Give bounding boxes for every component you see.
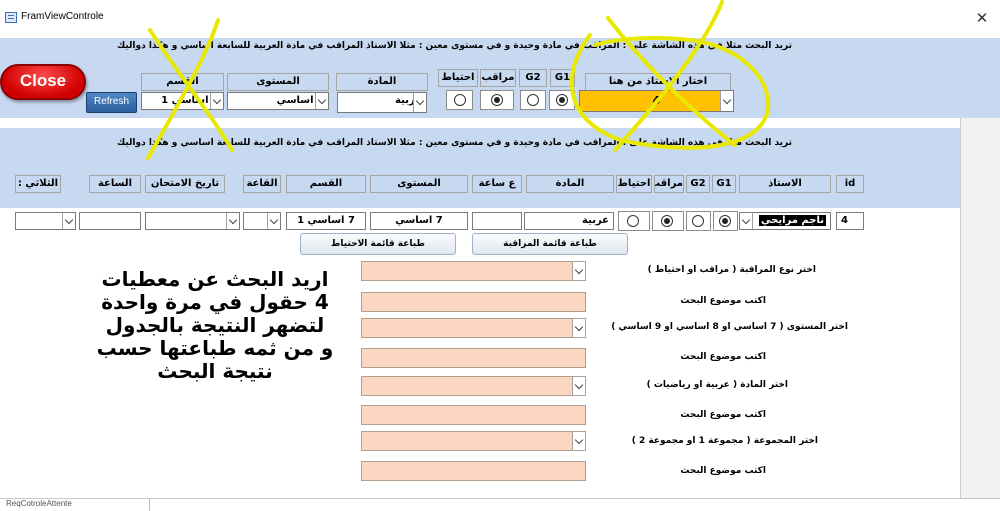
- chevron-down-icon[interactable]: [572, 262, 585, 280]
- object-tab[interactable]: ReqCotroleAttente: [0, 499, 150, 511]
- refresh-button[interactable]: Refresh: [86, 92, 137, 113]
- title-bar: [0, 0, 1000, 38]
- filter-subject-search-label: اكتب موضوع البحث: [680, 410, 766, 420]
- row-hour-field[interactable]: [79, 212, 141, 230]
- col-id: id: [836, 175, 864, 193]
- col-g1: G1: [712, 175, 736, 193]
- col-reserve: احتياط: [616, 175, 652, 193]
- close-button[interactable]: Close: [0, 64, 86, 100]
- g1-radio[interactable]: [556, 94, 568, 106]
- note-line: لتضهر النتيجة بالجدول: [105, 313, 325, 337]
- columns-info-text: تريد البحث مثلا في هذه الشاشة على : المر…: [116, 138, 792, 148]
- note-line: 4 حقول في مرة واحدة: [101, 290, 329, 314]
- choose-teacher-label: اختار الاستاذ من هنا: [585, 73, 731, 91]
- col-exam-date: تاريخ الامتحان: [145, 175, 225, 193]
- subject-label: المادة: [336, 73, 428, 91]
- col-observer: مراقب: [654, 175, 684, 193]
- row-reserve-radio[interactable]: [627, 215, 639, 227]
- row-subject-field[interactable]: عربية: [524, 212, 614, 230]
- col-subject: المادة: [526, 175, 614, 193]
- g2-label: G2: [519, 69, 547, 87]
- section-select[interactable]: 7 اساسي 1: [141, 92, 224, 110]
- row-hours-field[interactable]: [472, 212, 522, 230]
- col-hour: الساعة: [89, 175, 141, 193]
- filter-subject-search-input[interactable]: [361, 405, 586, 425]
- row-observer-radio[interactable]: [661, 215, 673, 227]
- filter-group-label: اختر المجموعة ( مجموعة 1 او مجموعة 2 ): [631, 436, 818, 446]
- observer-label: مراقب: [480, 69, 516, 87]
- chevron-down-icon[interactable]: [740, 213, 753, 229]
- row-g1-radio[interactable]: [719, 215, 731, 227]
- status-bar: [0, 498, 1000, 511]
- note-line: و من ثمه طباعتها حسب: [96, 336, 334, 360]
- col-room: القاعة: [243, 175, 281, 193]
- reserve-radio[interactable]: [454, 94, 466, 106]
- row-id-field[interactable]: 4: [836, 212, 864, 230]
- teacher-value: 4: [652, 94, 661, 107]
- section-separator: [0, 118, 960, 128]
- chevron-down-icon[interactable]: [210, 93, 223, 109]
- reserve-label: احتياط: [438, 69, 478, 87]
- level-label: المستوى: [227, 73, 329, 91]
- row-teacher-select[interactable]: ناجم مرايحي: [739, 212, 831, 230]
- filter-subject-select[interactable]: [361, 376, 586, 396]
- row-exam-date-select[interactable]: [145, 212, 240, 230]
- col-hours: ع ساعة: [472, 175, 522, 193]
- row-g2-radio[interactable]: [692, 215, 704, 227]
- chevron-down-icon[interactable]: [572, 377, 585, 395]
- filter-group-search-input[interactable]: [361, 461, 586, 481]
- chevron-down-icon[interactable]: [720, 91, 733, 111]
- chevron-down-icon[interactable]: [267, 213, 280, 229]
- chevron-down-icon[interactable]: [413, 93, 426, 112]
- note-line: نتيجة البحث: [157, 359, 273, 383]
- filter-type-select[interactable]: [361, 261, 586, 281]
- filter-level-search-input[interactable]: [361, 348, 586, 368]
- filter-level-label: اختر المستوى ( 7 اساسي او 8 اساسي او 9 ا…: [611, 322, 848, 332]
- filter-type-search-input[interactable]: [361, 292, 586, 312]
- chevron-down-icon[interactable]: [315, 93, 328, 109]
- filter-type-label: اختر نوع المراقبة ( مراقب او احتياط ): [647, 265, 816, 275]
- col-teacher: الاستاذ: [739, 175, 831, 193]
- chevron-down-icon[interactable]: [572, 319, 585, 337]
- chevron-down-icon[interactable]: [226, 213, 239, 229]
- request-note: اريد البحث عن معطيات 4 حقول في مرة واحدة…: [70, 268, 360, 383]
- form-icon: [5, 12, 17, 23]
- teacher-select[interactable]: 4: [579, 90, 734, 112]
- g1-label: G1: [550, 69, 575, 87]
- col-g2: G2: [686, 175, 710, 193]
- filter-level-select[interactable]: [361, 318, 586, 338]
- chevron-down-icon[interactable]: [572, 432, 585, 450]
- observer-radio[interactable]: [491, 94, 503, 106]
- filter-group-select[interactable]: [361, 431, 586, 451]
- subject-select[interactable]: عربية: [337, 92, 427, 113]
- col-tuesday: الثلاثي :: [15, 175, 61, 193]
- col-section: القسم: [286, 175, 366, 193]
- print-observers-button[interactable]: طباعة قائمة المراقبة: [472, 233, 628, 255]
- note-line: اريد البحث عن معطيات: [101, 267, 329, 291]
- header-info-text: تريد البحث مثلا في هذه الشاشة على : المر…: [116, 41, 792, 51]
- scroll-area: [960, 118, 1000, 498]
- chevron-down-icon[interactable]: [62, 213, 75, 229]
- row-teacher-value: ناجم مرايحي: [759, 215, 826, 226]
- filter-type-search-label: اكتب موضوع البحث: [680, 296, 766, 306]
- filter-group-search-label: اكتب موضوع البحث: [680, 466, 766, 476]
- section-label: القسم: [141, 73, 224, 91]
- col-level: المستوى: [370, 175, 468, 193]
- row-room-select[interactable]: [243, 212, 281, 230]
- window-close-button[interactable]: ✕: [972, 8, 992, 28]
- row-level-field[interactable]: 7 اساسي: [370, 212, 468, 230]
- filter-subject-label: اختر المادة ( عربية او رياضيات ): [646, 380, 788, 390]
- filter-level-search-label: اكتب موضوع البحث: [680, 352, 766, 362]
- row-section-field[interactable]: 7 اساسي 1: [286, 212, 366, 230]
- level-select[interactable]: 7 اساسي: [227, 92, 329, 110]
- row-tuesday-select[interactable]: [15, 212, 76, 230]
- window-title: FramViewControle: [21, 11, 104, 22]
- print-reserve-button[interactable]: طباعة قائمة الاحتياط: [300, 233, 456, 255]
- g2-radio[interactable]: [527, 94, 539, 106]
